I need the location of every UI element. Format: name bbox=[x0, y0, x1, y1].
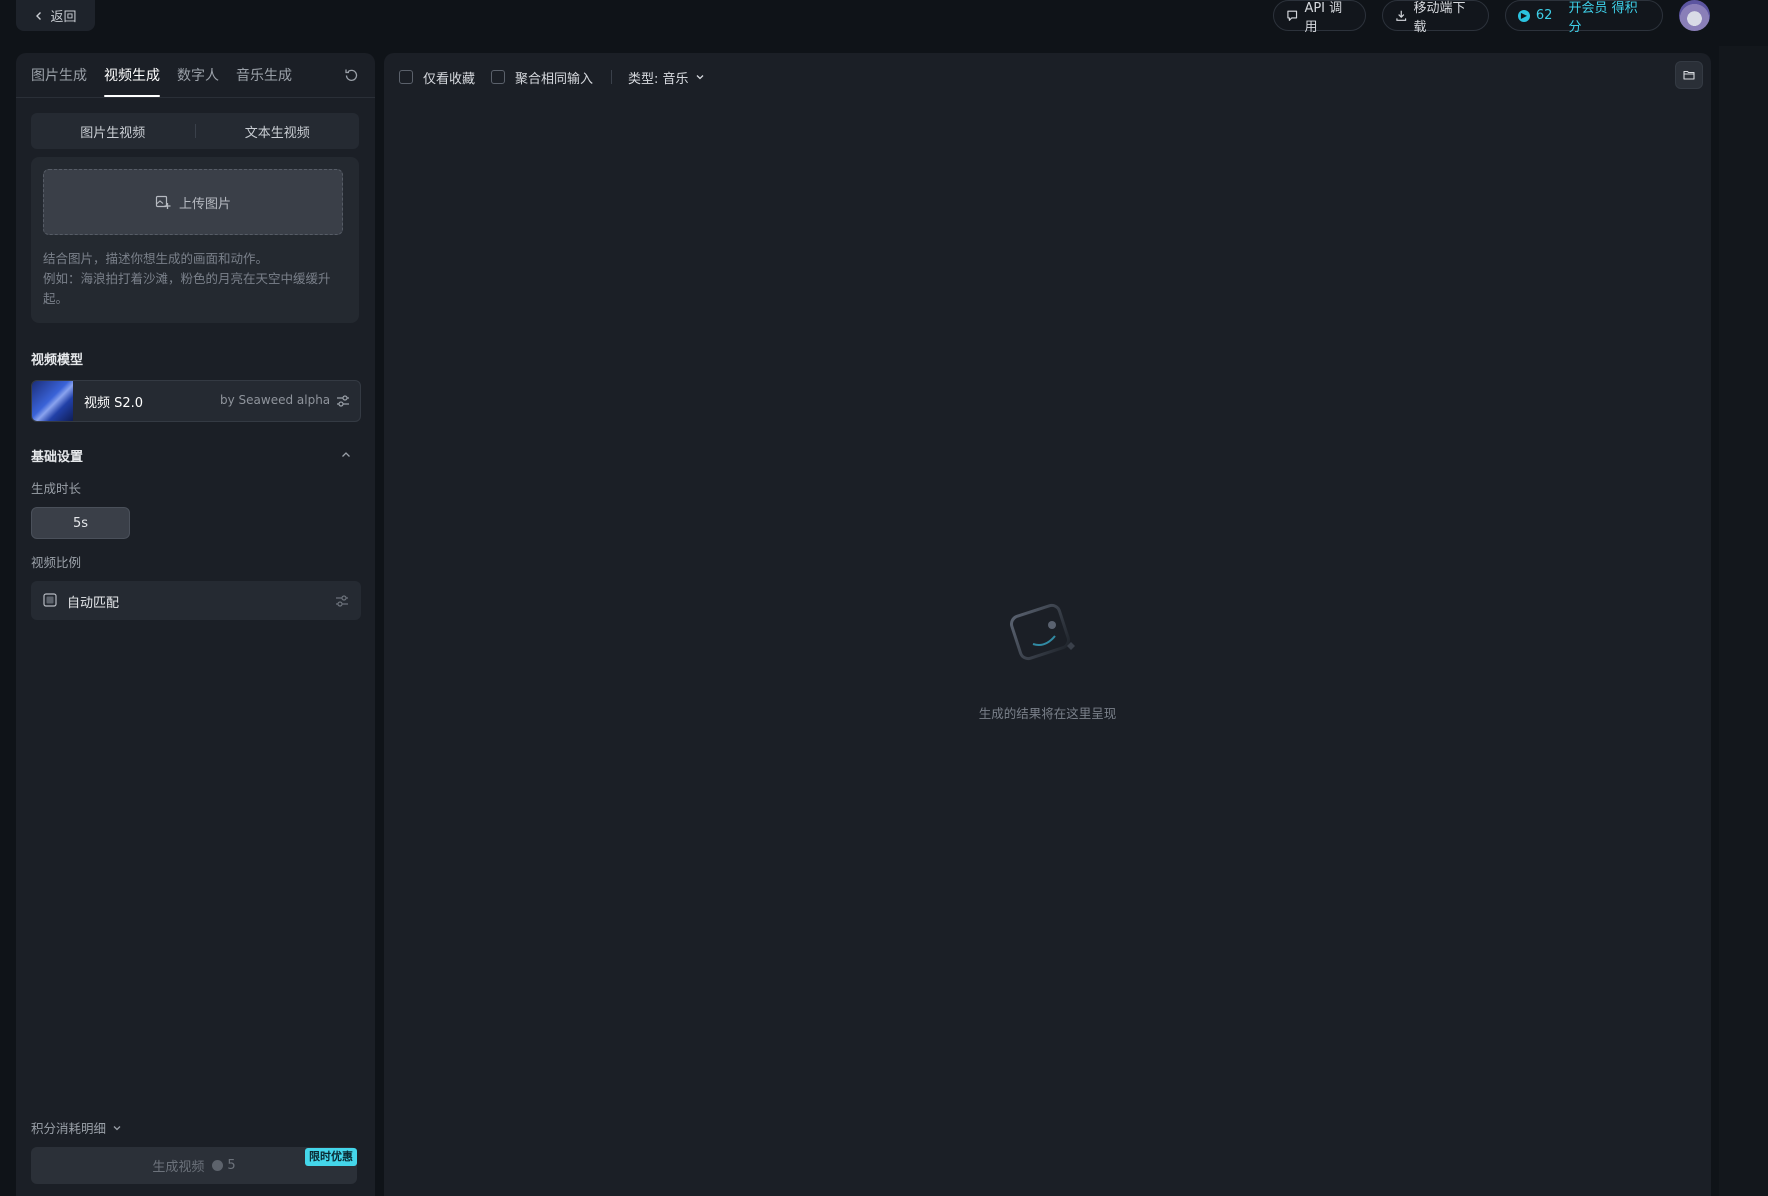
duration-label: 生成时长 bbox=[31, 481, 82, 496]
side-strip bbox=[1719, 46, 1768, 1196]
folder-button[interactable] bbox=[1675, 61, 1703, 89]
empty-state-icon bbox=[1010, 603, 1075, 661]
top-bar: 返回 API 调用 移动端下载 ▶ 62 开会员 得积分 bbox=[0, 0, 1768, 46]
aggregate-filter-label: 聚合相同输入 bbox=[515, 71, 594, 87]
folder-icon bbox=[1683, 70, 1695, 80]
tab-video-generation[interactable]: 视频生成 bbox=[104, 65, 160, 97]
avatar[interactable] bbox=[1679, 0, 1710, 31]
chevron-left-icon bbox=[36, 11, 42, 20]
aggregate-filter[interactable]: 聚合相同输入 bbox=[491, 68, 593, 87]
api-label: API 调用 bbox=[1304, 0, 1343, 35]
ratio-value: 自动匹配 bbox=[67, 596, 120, 611]
upload-image-label: 上传图片 bbox=[178, 196, 231, 212]
api-button[interactable]: API 调用 bbox=[1273, 0, 1366, 35]
add-image-icon bbox=[155, 195, 171, 209]
prompt-input[interactable]: 结合图片，描述你想生成的画面和动作。 例如：海浪拍打着沙滩，粉色的月亮在天空中缓… bbox=[43, 249, 349, 309]
favorites-filter-label: 仅看收藏 bbox=[423, 71, 476, 87]
generate-label: 生成视频 bbox=[152, 1160, 205, 1175]
filter-bar: 仅看收藏 聚合相同输入 类型: 音乐 bbox=[399, 65, 705, 89]
coin-icon bbox=[212, 1160, 224, 1171]
ratio-selector[interactable]: 自动匹配 bbox=[31, 581, 361, 620]
generation-tabs: 图片生成 视频生成 数字人 音乐生成 bbox=[31, 65, 292, 97]
empty-state-text: 生成的结果将在这里呈现 bbox=[978, 706, 1117, 721]
prompt-card: 上传图片 结合图片，描述你想生成的画面和动作。 例如：海浪拍打着沙滩，粉色的月亮… bbox=[31, 157, 359, 323]
aspect-ratio-icon bbox=[43, 593, 57, 607]
tab-music-generation[interactable]: 音乐生成 bbox=[236, 65, 292, 97]
prompt-placeholder-line1: 结合图片，描述你想生成的画面和动作。 bbox=[43, 251, 269, 266]
model-provider: by Seaweed alpha bbox=[220, 393, 331, 407]
download-icon bbox=[1396, 10, 1407, 21]
model-thumbnail bbox=[32, 381, 73, 421]
chat-bubble-icon bbox=[1287, 10, 1298, 21]
filter-divider bbox=[611, 70, 613, 84]
sliders-icon[interactable] bbox=[334, 593, 350, 609]
refresh-icon[interactable] bbox=[343, 67, 360, 84]
mobile-download-label: 移动端下载 bbox=[1413, 0, 1466, 35]
ratio-label: 视频比例 bbox=[31, 555, 82, 570]
upload-image-button[interactable]: 上传图片 bbox=[43, 169, 343, 235]
mode-image-to-video[interactable]: 图片生视频 bbox=[31, 122, 195, 141]
back-label: 返回 bbox=[50, 10, 77, 25]
aggregate-checkbox[interactable] bbox=[491, 70, 506, 84]
mobile-download-button[interactable]: 移动端下载 bbox=[1382, 0, 1489, 35]
cost-detail-label: 积分消耗明细 bbox=[31, 1121, 107, 1136]
credit-count: 62 bbox=[1535, 8, 1553, 23]
chevron-down-icon bbox=[696, 75, 704, 80]
type-filter-dropdown[interactable]: 类型: 音乐 bbox=[628, 68, 705, 87]
type-filter-label: 类型: 音乐 bbox=[628, 71, 689, 87]
credits-pill[interactable]: ▶ 62 开会员 得积分 bbox=[1505, 0, 1663, 35]
mode-text-to-video[interactable]: 文本生视频 bbox=[196, 122, 360, 141]
mode-segment: 图片生视频 文本生视频 bbox=[31, 113, 359, 149]
model-section-title: 视频模型 bbox=[31, 353, 84, 368]
model-selector[interactable]: 视频 S2.0 by Seaweed alpha bbox=[31, 380, 361, 422]
basic-settings-title: 基础设置 bbox=[31, 450, 84, 465]
favorites-checkbox[interactable] bbox=[399, 70, 413, 84]
left-panel: 图片生成 视频生成 数字人 音乐生成 图片生视频 文本生视频 上传图片 结合图片… bbox=[16, 53, 375, 1196]
favorites-filter[interactable]: 仅看收藏 bbox=[399, 68, 475, 87]
generate-cost-value: 5 bbox=[227, 1158, 236, 1173]
cost-detail-toggle[interactable]: 积分消耗明细 bbox=[31, 1118, 122, 1137]
chevron-down-icon bbox=[113, 1125, 121, 1130]
model-name: 视频 S2.0 bbox=[84, 396, 144, 411]
chevron-up-icon[interactable] bbox=[340, 449, 352, 461]
tab-image-generation[interactable]: 图片生成 bbox=[31, 65, 87, 97]
generate-cost: 5 bbox=[212, 1158, 236, 1173]
results-panel: 仅看收藏 聚合相同输入 类型: 音乐 生成的结果将在这里呈现 bbox=[384, 53, 1711, 1196]
promo-badge: 限时优惠 bbox=[305, 1148, 357, 1166]
coin-icon: ▶ bbox=[1518, 9, 1530, 22]
prompt-placeholder-line2: 例如：海浪拍打着沙滩，粉色的月亮在天空中缓缓升起。 bbox=[43, 271, 331, 306]
tabs-divider bbox=[16, 97, 375, 98]
vip-link[interactable]: 开会员 得积分 bbox=[1568, 0, 1650, 35]
duration-option-5s[interactable]: 5s bbox=[31, 507, 130, 539]
tab-digital-human[interactable]: 数字人 bbox=[177, 65, 219, 97]
sliders-icon[interactable] bbox=[335, 393, 351, 409]
back-button[interactable]: 返回 bbox=[16, 0, 95, 31]
